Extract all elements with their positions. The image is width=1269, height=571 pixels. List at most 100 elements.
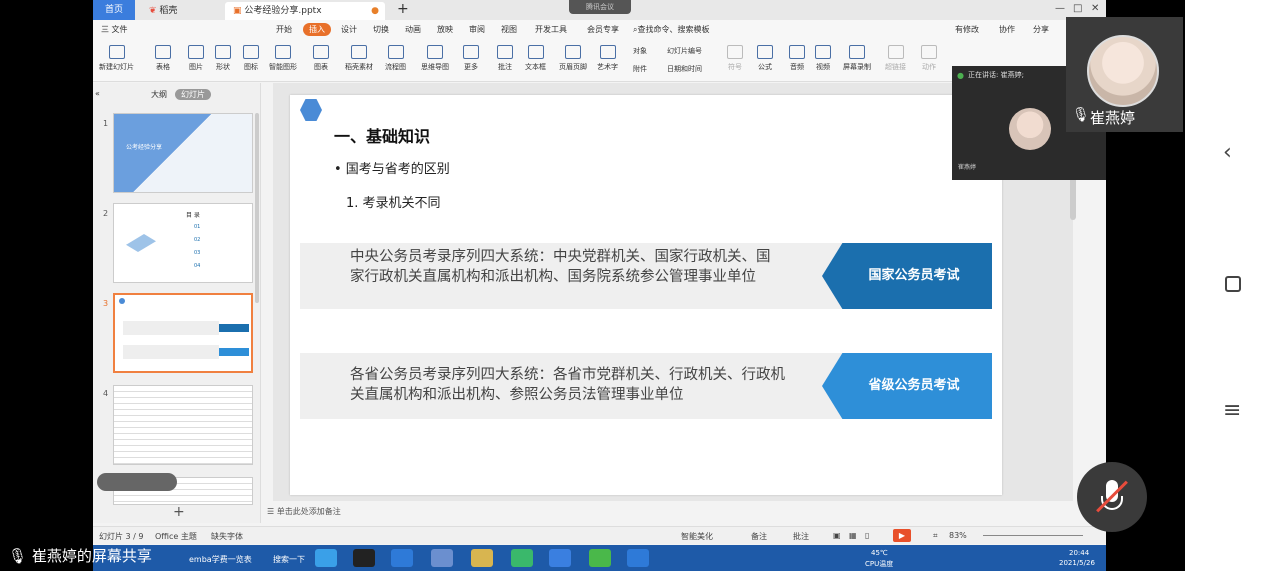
- flowchart-button[interactable]: 流程图: [385, 45, 406, 72]
- beautify-button[interactable]: 智能美化: [681, 531, 713, 542]
- symbol-button[interactable]: 符号: [727, 45, 743, 72]
- current-slide[interactable]: 一、基础知识 • 国考与省考的区别 1. 考录机关不同 中央公务员考录序列四大系…: [290, 95, 1002, 495]
- theme-name: Office 主题: [155, 532, 197, 541]
- audio-button[interactable]: 音频: [789, 45, 805, 72]
- menu-member[interactable]: 会员专享: [587, 24, 619, 35]
- textbox-button[interactable]: 文本框: [525, 45, 546, 72]
- mindmap-label: 思维导图: [421, 63, 449, 71]
- thumb2-title: 目 录: [186, 212, 200, 219]
- new-slide-button[interactable]: 新建幻灯片: [99, 45, 134, 72]
- meeting-app-icon[interactable]: [627, 549, 649, 567]
- hyperlink-button[interactable]: 超链接: [885, 45, 906, 72]
- back-icon[interactable]: ‹: [1223, 140, 1232, 165]
- command-search[interactable]: ⌕查找命令、搜索模板: [633, 24, 709, 35]
- close-button[interactable]: ✕: [1091, 3, 1099, 14]
- thumb3-hex-icon: [119, 298, 125, 304]
- notes-toggle[interactable]: 备注: [751, 531, 767, 542]
- notes-area[interactable]: ☰ 单击此处添加备注: [267, 506, 341, 517]
- menu-animation[interactable]: 动画: [405, 24, 421, 35]
- chart-button[interactable]: 图表: [313, 45, 329, 72]
- app-icon[interactable]: [431, 549, 453, 567]
- formula-button[interactable]: 公式: [757, 45, 773, 72]
- tab-slides[interactable]: 幻灯片: [175, 89, 211, 100]
- zoom-slider[interactable]: [983, 535, 1083, 536]
- slide-thumb-2[interactable]: 目 录 01 02 03 04: [113, 203, 253, 283]
- home-square-icon[interactable]: [1225, 276, 1241, 292]
- participant-video-tile[interactable]: 🎙 崔燕婷: [1066, 17, 1183, 132]
- more-button[interactable]: 更多: [463, 45, 479, 72]
- play-icon[interactable]: ▶: [893, 529, 911, 542]
- reading-view-icon[interactable]: ▯: [865, 531, 869, 540]
- screen-share-label: 崔燕婷的屏幕共享: [31, 547, 152, 565]
- add-slide-button[interactable]: +: [173, 504, 185, 520]
- tile-participant-name: 崔燕婷: [1090, 109, 1136, 127]
- table-button[interactable]: 表格: [155, 45, 171, 72]
- amazon-icon[interactable]: [353, 549, 375, 567]
- tab-home[interactable]: 首页: [93, 0, 135, 20]
- video-label: 视频: [816, 63, 830, 71]
- wps-icon[interactable]: [549, 549, 571, 567]
- slide-thumb-3[interactable]: [113, 293, 253, 373]
- tab-file[interactable]: ▣ 公考经验分享.pptx ●: [225, 2, 385, 20]
- slide-number-button[interactable]: 幻灯片编号: [667, 46, 702, 56]
- object-button[interactable]: 对象: [633, 46, 647, 56]
- menu-insert[interactable]: 插入: [303, 23, 331, 36]
- thumb3-tag: [219, 348, 249, 356]
- menu-start[interactable]: 开始: [276, 24, 292, 35]
- attachment-button[interactable]: 附件: [633, 64, 647, 74]
- action-button[interactable]: 动作: [921, 45, 937, 72]
- picture-button[interactable]: 图片: [188, 45, 204, 72]
- menu-view[interactable]: 视图: [501, 24, 517, 35]
- shape-button[interactable]: 形状: [215, 45, 231, 72]
- new-tab-button[interactable]: +: [397, 1, 409, 17]
- normal-view-icon[interactable]: ▣: [833, 531, 841, 540]
- zoom-level[interactable]: 83%: [949, 531, 967, 540]
- taskbar-window[interactable]: emba学费一览表: [189, 554, 252, 565]
- collapse-icon[interactable]: «: [95, 89, 100, 98]
- mindmap-button[interactable]: 思维导图: [421, 45, 449, 72]
- menu-slideshow[interactable]: 放映: [437, 24, 453, 35]
- recents-icon[interactable]: ≡: [1223, 398, 1241, 423]
- video-button[interactable]: 视频: [815, 45, 831, 72]
- browser-icon[interactable]: [511, 549, 533, 567]
- object-label: 对象: [633, 47, 647, 55]
- menu-file[interactable]: 三 文件: [101, 24, 128, 35]
- comments-toggle[interactable]: 批注: [793, 531, 809, 542]
- slide-thumb-1[interactable]: 公考经验分享: [113, 113, 253, 193]
- panel-scrollbar[interactable]: [255, 113, 259, 303]
- tab-docer[interactable]: ❦ 稻壳: [141, 2, 221, 20]
- fit-icon[interactable]: ⌗: [933, 531, 938, 541]
- menu-transition[interactable]: 切换: [373, 24, 389, 35]
- meeting-indicator[interactable]: 腾讯会议: [569, 0, 631, 14]
- home-icon[interactable]: [391, 549, 413, 567]
- screen-record-label: 屏幕录制: [843, 63, 871, 71]
- floating-toolbar[interactable]: [97, 473, 177, 491]
- screen-record-button[interactable]: 屏幕录制: [843, 45, 871, 72]
- smartart-button[interactable]: 智能图形: [269, 45, 297, 72]
- minimize-button[interactable]: —: [1055, 3, 1065, 14]
- menu-share[interactable]: 分享: [1033, 24, 1049, 35]
- taskbar-search[interactable]: 搜索一下: [273, 554, 305, 565]
- menu-review[interactable]: 审阅: [469, 24, 485, 35]
- folder-icon[interactable]: [471, 549, 493, 567]
- tab-docer-label: 稻壳: [159, 6, 178, 16]
- mute-microphone-button[interactable]: [1077, 462, 1147, 532]
- icons-button[interactable]: 图标: [243, 45, 259, 72]
- menu-collab[interactable]: 协作: [999, 24, 1015, 35]
- datetime-button[interactable]: 日期和时间: [667, 64, 702, 74]
- menu-changes[interactable]: 有修改: [955, 24, 979, 35]
- wordart-button[interactable]: 艺术字: [597, 45, 618, 72]
- table-label: 表格: [156, 63, 170, 71]
- sorter-view-icon[interactable]: ▦: [849, 531, 857, 540]
- wechat-icon[interactable]: [589, 549, 611, 567]
- comment-button[interactable]: 批注: [497, 45, 513, 72]
- header-footer-button[interactable]: 页眉页脚: [559, 45, 587, 72]
- menu-devtools[interactable]: 开发工具: [535, 24, 567, 35]
- ie-icon[interactable]: [315, 549, 337, 567]
- docer-material-button[interactable]: 稻壳素材: [345, 45, 373, 72]
- missing-font-button[interactable]: 缺失字体: [211, 531, 243, 542]
- menu-design[interactable]: 设计: [341, 24, 357, 35]
- restore-button[interactable]: □: [1073, 3, 1082, 14]
- slide-thumb-4[interactable]: [113, 385, 253, 465]
- tab-outline[interactable]: 大纲: [151, 89, 167, 100]
